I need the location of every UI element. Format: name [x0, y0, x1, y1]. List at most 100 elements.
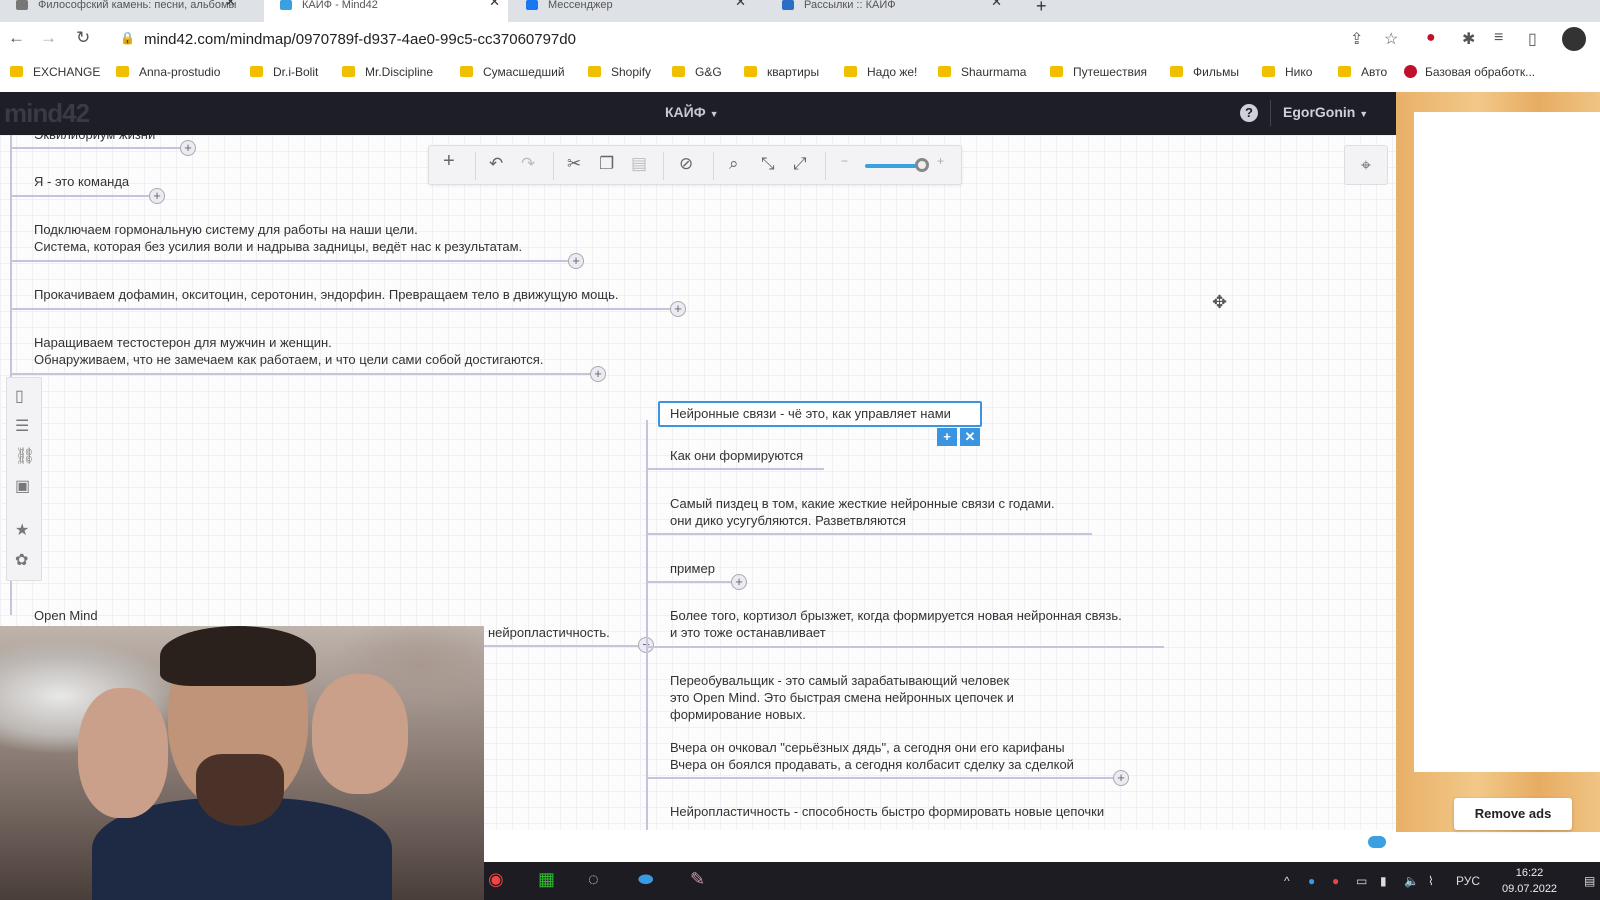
browser-tab[interactable]: Философский камень: песни, альбомы ✕	[0, 0, 244, 22]
bookmark-folder[interactable]: Авто	[1338, 65, 1387, 79]
expand-icon[interactable]: ⤢	[793, 154, 807, 174]
help-icon[interactable]: ?	[1240, 104, 1258, 122]
chrome-icon[interactable]: ◉	[488, 869, 504, 890]
notifications-icon[interactable]: ▤	[1584, 874, 1595, 888]
obs-icon[interactable]: ◌	[588, 869, 599, 890]
collapse-icon[interactable]: ⤡	[761, 154, 775, 174]
expand-node-icon[interactable]: +	[568, 253, 584, 269]
undo-icon[interactable]: ↶	[489, 154, 503, 174]
user-menu[interactable]: EgorGonin ▼	[1283, 104, 1368, 120]
forward-icon[interactable]: →	[40, 28, 57, 48]
network-icon[interactable]: ⌇	[1428, 874, 1434, 888]
map-node[interactable]: Open Mind	[34, 607, 98, 624]
zoom-out-icon[interactable]: −	[841, 154, 848, 168]
forbidden-icon[interactable]: ⊘	[679, 154, 693, 174]
map-node[interactable]: Более того, кортизол брызжет, когда форм…	[670, 607, 1122, 641]
cut-icon[interactable]: ✂	[567, 154, 581, 174]
tray-app-icon[interactable]: ●	[1308, 874, 1315, 888]
adblock-icon[interactable]: ●	[1426, 29, 1436, 47]
expand-node-icon[interactable]: +	[1113, 770, 1129, 786]
extensions-icon[interactable]: ✱	[1462, 29, 1475, 49]
star-icon[interactable]: ☆	[1384, 29, 1398, 49]
map-node[interactable]: Самый пиздец в том, какие жесткие нейрон…	[670, 495, 1055, 529]
app-icon[interactable]: ⬬	[638, 869, 653, 890]
sidepanel-icon[interactable]: ▯	[1528, 29, 1537, 49]
bookmark-folder[interactable]: G&G	[672, 65, 722, 79]
expand-node-icon[interactable]: +	[590, 366, 606, 382]
bookmark-folder[interactable]: Mr.Discipline	[342, 65, 433, 79]
browser-tab[interactable]: Мессенджер ✕	[510, 0, 754, 22]
note-icon[interactable]: ▯	[15, 386, 24, 406]
link-icon[interactable]: ⛓	[15, 446, 35, 466]
new-tab-icon[interactable]: +	[1036, 0, 1047, 17]
bookmark-link[interactable]: Базовая обработк...	[1404, 65, 1535, 79]
map-node[interactable]: Прокачиваем дофамин, окситоцин, серотони…	[34, 286, 618, 303]
tray-chrome-icon[interactable]: ●	[1332, 874, 1339, 888]
map-node[interactable]: Подключаем гормональную систему для рабо…	[34, 221, 522, 255]
node-edit-input[interactable]: Нейронные связи - чё это, как управляет …	[658, 401, 982, 427]
battery-icon[interactable]: ▮	[1380, 874, 1387, 888]
back-icon[interactable]: ←	[8, 28, 25, 48]
map-title-menu[interactable]: КАЙФ ▼	[665, 104, 718, 120]
center-map-icon[interactable]: ⌖	[1344, 145, 1388, 185]
close-icon[interactable]: ✕	[489, 0, 500, 8]
bookmark-folder[interactable]: Сумасшедший	[460, 65, 565, 79]
map-node[interactable]: пример	[670, 560, 715, 577]
bookmark-folder[interactable]: EXCHANGE	[10, 65, 100, 79]
expand-node-icon[interactable]: +	[149, 188, 165, 204]
redo-icon[interactable]: ↷	[521, 154, 535, 174]
star-icon[interactable]: ★	[15, 520, 29, 540]
close-icon[interactable]: ✕	[735, 0, 746, 8]
paint-icon[interactable]: ✎	[690, 869, 705, 890]
zoom-slider-track[interactable]	[865, 164, 921, 168]
map-node[interactable]: Я - это команда	[34, 173, 129, 190]
bookmark-folder[interactable]: Путешествия	[1050, 65, 1147, 79]
close-icon[interactable]: ✕	[991, 0, 1002, 8]
add-child-button[interactable]: +	[937, 428, 957, 446]
share-icon[interactable]: ⇪	[1350, 29, 1363, 49]
expand-node-icon[interactable]: +	[180, 140, 196, 156]
bookmark-folder[interactable]: Anna-prostudio	[116, 65, 220, 79]
image-icon[interactable]: ▣	[15, 476, 30, 496]
bookmark-folder[interactable]: Фильмы	[1170, 65, 1239, 79]
browser-tab[interactable]: Рассылки :: КАЙФ ✕	[766, 0, 1010, 22]
zoom-in-icon[interactable]: +	[937, 154, 944, 168]
remove-ads-button[interactable]: Remove ads	[1454, 798, 1572, 830]
add-node-icon[interactable]: +	[443, 150, 455, 173]
map-node[interactable]: Как они формируются	[670, 447, 803, 464]
system-clock[interactable]: 16:22 09.07.2022	[1502, 865, 1557, 897]
map-node[interactable]: Вчера он очковал "серьёзных дядь", а сег…	[670, 739, 1074, 773]
language-indicator[interactable]: РУС	[1456, 874, 1480, 888]
browser-tab-active[interactable]: КАЙФ - Mind42 ✕	[264, 0, 508, 22]
webcam-person-beard	[196, 754, 284, 826]
palette-icon[interactable]: ✿	[15, 550, 28, 570]
bookmark-folder[interactable]: Dr.i-Bolit	[250, 65, 318, 79]
expand-node-icon[interactable]: +	[731, 574, 747, 590]
spreadsheet-icon[interactable]: ▦	[538, 869, 555, 890]
map-node[interactable]: Переобувальщик - это самый зарабатывающи…	[670, 672, 1014, 723]
list-icon[interactable]: ☰	[15, 416, 29, 436]
map-node-parent[interactable]: нейропластичность.	[488, 624, 610, 641]
search-icon[interactable]: ⌕	[729, 154, 739, 174]
copy-icon[interactable]: ❐	[599, 154, 614, 174]
bookmark-folder[interactable]: Shopify	[588, 65, 651, 79]
map-node[interactable]: Нейропластичность - способность быстро ф…	[670, 803, 1104, 820]
map-node[interactable]: Эквилибриум жизни	[34, 135, 155, 143]
tray-chevron-icon[interactable]: ^	[1284, 874, 1290, 888]
profile-avatar[interactable]	[1562, 27, 1586, 51]
volume-icon[interactable]: 🔈	[1404, 874, 1419, 888]
bookmark-folder[interactable]: Нико	[1262, 65, 1312, 79]
expand-node-icon[interactable]: +	[670, 301, 686, 317]
url-field[interactable]: 🔒 mind42.com/mindmap/0970789f-d937-4ae0-…	[110, 26, 1410, 52]
bookmark-folder[interactable]: Надо же!	[844, 65, 917, 79]
map-node[interactable]: Наращиваем тестостерон для мужчин и женщ…	[34, 334, 543, 368]
paste-icon[interactable]: ▤	[631, 154, 647, 174]
media-icon[interactable]: ≡	[1494, 29, 1503, 47]
tray-monitor-icon[interactable]: ▭	[1356, 874, 1367, 888]
cancel-edit-button[interactable]: ✕	[960, 428, 980, 446]
bookmark-folder[interactable]: Shaurmama	[938, 65, 1026, 79]
bookmark-folder[interactable]: квартиры	[744, 65, 819, 79]
zoom-slider-handle[interactable]	[915, 158, 929, 172]
close-icon[interactable]: ✕	[225, 0, 236, 8]
reload-icon[interactable]: ↻	[76, 28, 90, 48]
